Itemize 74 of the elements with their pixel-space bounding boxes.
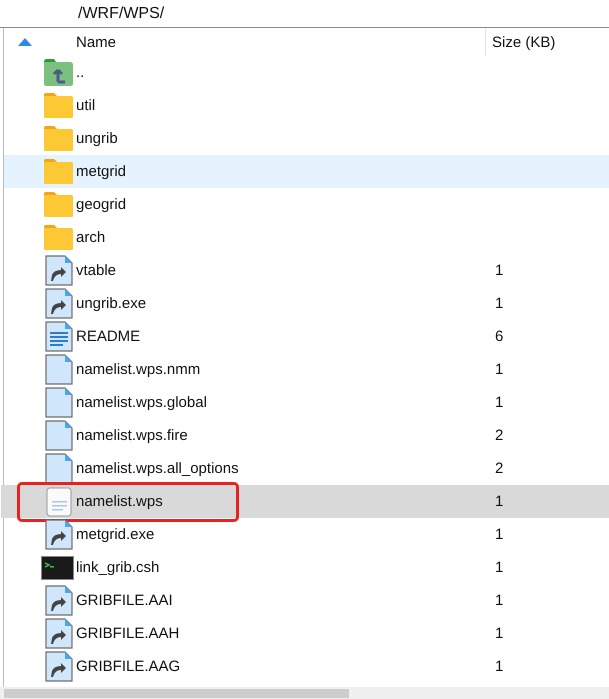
file-size: 1 — [494, 394, 504, 411]
file-icon — [44, 387, 74, 418]
shortcut-file-icon — [44, 519, 74, 550]
file-name: namelist.wps — [76, 493, 164, 510]
file-name: vtable — [76, 262, 118, 279]
column-header[interactable]: Size (KB) — [485, 28, 556, 56]
file-size: 1 — [494, 493, 504, 510]
file-name: arch — [76, 229, 106, 246]
file-name: namelist.wps.all_options — [76, 460, 240, 477]
sort-ascending-icon[interactable] — [18, 38, 32, 46]
file-size: 1 — [494, 526, 504, 543]
file-row[interactable]: GRIBFILE.AAG 1 — [4, 650, 609, 683]
shortcut-file-icon — [44, 618, 74, 649]
shortcut-file-icon — [44, 255, 74, 286]
text-file-icon — [44, 486, 74, 517]
file-row[interactable]: geogrid — [4, 188, 609, 221]
path-text: /WRF/WPS/ — [78, 4, 164, 22]
text-file-icon — [44, 321, 74, 352]
horizontal-scrollbar[interactable] — [0, 687, 609, 699]
file-row[interactable]: vtable 1 — [4, 254, 609, 287]
shortcut-file-icon — [44, 585, 74, 616]
folder-icon — [43, 92, 74, 119]
file-size: 1 — [494, 262, 504, 279]
file-name: geogrid — [76, 196, 128, 213]
file-size: 2 — [494, 427, 504, 444]
shortcut-file-icon — [44, 288, 74, 319]
file-name: namelist.wps.fire — [76, 427, 189, 444]
file-name: README — [76, 328, 142, 345]
file-size: 1 — [494, 361, 504, 378]
folder-icon — [43, 191, 74, 218]
file-icon — [44, 354, 74, 385]
file-row[interactable]: arch — [4, 221, 609, 254]
file-row[interactable]: README 6 — [4, 320, 609, 353]
file-row[interactable]: ungrib — [4, 122, 609, 155]
file-name: metgrid — [76, 163, 128, 180]
file-name: namelist.wps.nmm — [76, 361, 202, 378]
file-size: 2 — [494, 460, 504, 477]
file-name: namelist.wps.global — [76, 394, 208, 411]
file-size: 1 — [494, 625, 504, 642]
file-row[interactable]: namelist.wps.fire 2 — [4, 419, 609, 452]
folder-icon — [43, 224, 74, 251]
column-header[interactable]: Name — [76, 34, 485, 50]
file-size: 1 — [494, 559, 504, 576]
parent-folder-icon — [43, 58, 74, 87]
file-size: 6 — [494, 328, 504, 345]
shortcut-file-icon — [44, 651, 74, 682]
file-row[interactable]: namelist.wps.all_options 2 — [4, 452, 609, 485]
file-size: 1 — [494, 658, 504, 675]
file-row[interactable]: GRIBFILE.AAH 1 — [4, 617, 609, 650]
file-name: GRIBFILE.AAI — [76, 592, 174, 609]
file-name: ungrib — [76, 130, 119, 147]
file-icon — [44, 420, 74, 451]
file-name: GRIBFILE.AAH — [76, 625, 180, 642]
file-name: util — [76, 97, 96, 114]
file-name: GRIBFILE.AAG — [76, 658, 182, 675]
file-icon — [44, 453, 74, 484]
file-row[interactable]: util — [4, 89, 609, 122]
file-name: metgrid.exe — [76, 526, 156, 543]
file-row[interactable]: metgrid.exe 1 — [4, 518, 609, 551]
terminal-icon — [41, 556, 74, 580]
file-name: ungrib.exe — [76, 295, 148, 312]
file-row[interactable]: .. — [4, 56, 609, 89]
folder-icon — [43, 158, 74, 185]
file-name: .. — [76, 64, 86, 81]
file-name: link_grib.csh — [76, 559, 160, 576]
file-row[interactable]: ungrib.exe 1 — [4, 287, 609, 320]
file-size: 1 — [494, 295, 504, 312]
file-size: 1 — [494, 592, 504, 609]
file-row[interactable]: GRIBFILE.AAI 1 — [4, 584, 609, 617]
file-row[interactable]: link_grib.csh 1 — [4, 551, 609, 584]
file-row[interactable]: namelist.wps.nmm 1 — [4, 353, 609, 386]
file-row[interactable]: metgrid — [4, 155, 609, 188]
folder-icon — [43, 125, 74, 152]
file-row[interactable]: namelist.wps.global 1 — [4, 386, 609, 419]
